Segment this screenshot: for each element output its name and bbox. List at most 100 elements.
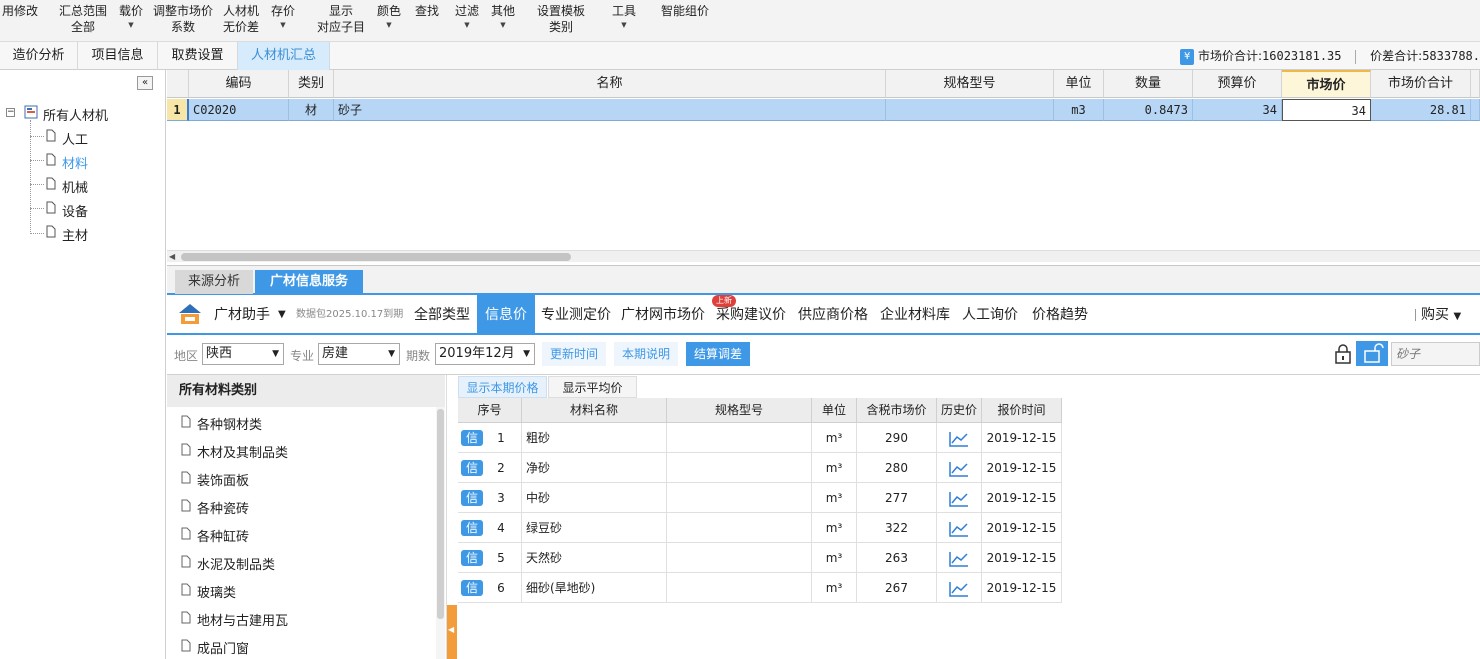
- settlement-adjust-button[interactable]: 结算调差: [686, 342, 750, 366]
- toolbar-item-summary-range[interactable]: 汇总范围 全部: [58, 3, 108, 35]
- col-header-code[interactable]: 编码: [189, 70, 289, 98]
- category-scrollbar[interactable]: [436, 407, 445, 659]
- category-item[interactable]: 木材及其制品类: [197, 442, 288, 461]
- scroll-left-icon[interactable]: ◀: [169, 252, 175, 261]
- toolbar-item-show-subitem[interactable]: 显示 对应子目: [314, 3, 368, 35]
- tree-node-material[interactable]: 材料: [62, 153, 88, 172]
- mat-header-spec[interactable]: 规格型号: [667, 398, 812, 423]
- cell-market-total[interactable]: 28.81: [1371, 99, 1471, 121]
- history-price-button[interactable]: [937, 573, 982, 603]
- toolbar-item-load-price[interactable]: 载价 ▼: [116, 3, 146, 31]
- mat-header-unit[interactable]: 单位: [812, 398, 857, 423]
- period-notes-button[interactable]: 本期说明: [614, 342, 678, 366]
- tree-node-main-material[interactable]: 主材: [62, 225, 88, 244]
- cell-unit[interactable]: m³: [812, 423, 857, 453]
- brand-name[interactable]: 广材助手: [214, 295, 270, 335]
- cell-spec[interactable]: [667, 513, 812, 543]
- cell-date[interactable]: 2019-12-15: [982, 573, 1062, 603]
- category-item[interactable]: 成品门窗: [197, 638, 249, 657]
- cell-unit[interactable]: m3: [1054, 99, 1104, 121]
- splitter[interactable]: ◀: [446, 375, 457, 659]
- lock-icon[interactable]: [1334, 344, 1352, 364]
- cell-spec[interactable]: [667, 573, 812, 603]
- category-item[interactable]: 地材与古建用瓦: [197, 610, 288, 629]
- info-tag-badge[interactable]: 信: [461, 580, 483, 596]
- splitter-handle[interactable]: ◀: [447, 605, 457, 659]
- toolbar-item-color[interactable]: 颜色 ▼: [374, 3, 404, 31]
- col-header-type[interactable]: 类别: [289, 70, 334, 98]
- col-header-quantity[interactable]: 数量: [1104, 70, 1193, 98]
- mat-header-no[interactable]: 序号: [458, 398, 522, 423]
- toolbar-item-no-price-diff[interactable]: 人材机 无价差: [220, 3, 262, 35]
- cell-spec[interactable]: [667, 543, 812, 573]
- nav-market-price[interactable]: 广材网市场价: [617, 295, 709, 335]
- cell-no[interactable]: 信2: [458, 453, 522, 483]
- category-item[interactable]: 水泥及制品类: [197, 554, 275, 573]
- toolbar-item-other[interactable]: 其他 ▼: [488, 3, 518, 31]
- category-item[interactable]: 玻璃类: [197, 582, 236, 601]
- tree-node-equipment[interactable]: 设备: [62, 201, 88, 220]
- buy-menu[interactable]: 购买 ▼: [1421, 295, 1461, 335]
- major-select[interactable]: 房建 ▼: [318, 343, 400, 365]
- info-tag-badge[interactable]: 信: [461, 550, 483, 566]
- mat-header-name[interactable]: 材料名称: [522, 398, 667, 423]
- cell-unit[interactable]: m³: [812, 573, 857, 603]
- cell-code[interactable]: C02020: [189, 99, 289, 121]
- nav-price-trend[interactable]: 价格趋势: [1029, 295, 1091, 335]
- cell-unit[interactable]: m³: [812, 453, 857, 483]
- category-item[interactable]: 各种缸砖: [197, 526, 249, 545]
- cell-spec[interactable]: [667, 453, 812, 483]
- brand-dropdown-caret-icon[interactable]: ▼: [278, 295, 286, 335]
- cell-name[interactable]: 净砂: [522, 453, 667, 483]
- info-tag-badge[interactable]: 信: [461, 520, 483, 536]
- update-time-button[interactable]: 更新时间: [542, 342, 606, 366]
- nav-labor-inquiry[interactable]: 人工询价: [959, 295, 1021, 335]
- col-header-market-price[interactable]: 市场价: [1282, 70, 1371, 98]
- history-price-button[interactable]: [937, 423, 982, 453]
- col-header-unit[interactable]: 单位: [1054, 70, 1104, 98]
- tree-collapse-toggle-icon[interactable]: −: [6, 108, 15, 117]
- row-number[interactable]: 1: [167, 99, 189, 121]
- category-item[interactable]: 装饰面板: [197, 470, 249, 489]
- cell-name[interactable]: 天然砂: [522, 543, 667, 573]
- cell-date[interactable]: 2019-12-15: [982, 543, 1062, 573]
- cell-spec[interactable]: [886, 99, 1054, 121]
- cell-name[interactable]: 细砂(旱地砂): [522, 573, 667, 603]
- cell-unit[interactable]: m³: [812, 483, 857, 513]
- scrollbar-thumb[interactable]: [181, 253, 571, 261]
- history-price-button[interactable]: [937, 483, 982, 513]
- cell-spec[interactable]: [667, 483, 812, 513]
- cell-date[interactable]: 2019-12-15: [982, 423, 1062, 453]
- nav-all-types[interactable]: 全部类型: [408, 295, 476, 335]
- category-item[interactable]: 各种瓷砖: [197, 498, 249, 517]
- cell-no[interactable]: 信4: [458, 513, 522, 543]
- scrollbar-thumb[interactable]: [437, 409, 444, 619]
- cell-price[interactable]: 290: [857, 423, 937, 453]
- cell-price[interactable]: 277: [857, 483, 937, 513]
- cell-price[interactable]: 322: [857, 513, 937, 543]
- cell-spec[interactable]: [667, 423, 812, 453]
- cell-price[interactable]: 280: [857, 453, 937, 483]
- material-search-input[interactable]: [1391, 342, 1480, 366]
- tree-node-labor[interactable]: 人工: [62, 129, 88, 148]
- category-item[interactable]: 各种钢材类: [197, 414, 262, 433]
- mat-header-history[interactable]: 历史价: [937, 398, 982, 423]
- history-price-button[interactable]: [937, 513, 982, 543]
- col-header-name[interactable]: 名称: [334, 70, 886, 98]
- cell-no[interactable]: 信3: [458, 483, 522, 513]
- nav-info-price[interactable]: 信息价: [477, 295, 535, 335]
- cell-name[interactable]: 中砂: [522, 483, 667, 513]
- cell-date[interactable]: 2019-12-15: [982, 453, 1062, 483]
- cell-no[interactable]: 信6: [458, 573, 522, 603]
- tab-guangcai-info-service[interactable]: 广材信息服务: [255, 270, 363, 294]
- horizontal-scrollbar[interactable]: ◀: [167, 250, 1480, 262]
- toolbar-item-edit[interactable]: 用修改: [0, 3, 40, 19]
- mat-header-date[interactable]: 报价时间: [982, 398, 1062, 423]
- nav-professional-price[interactable]: 专业测定价: [537, 295, 615, 335]
- cell-price[interactable]: 267: [857, 573, 937, 603]
- history-price-button[interactable]: [937, 543, 982, 573]
- collapse-panel-button[interactable]: «: [137, 76, 153, 90]
- tab-fee-settings[interactable]: 取费设置: [158, 42, 238, 70]
- nav-supplier-price[interactable]: 供应商价格: [795, 295, 871, 335]
- cell-name[interactable]: 粗砂: [522, 423, 667, 453]
